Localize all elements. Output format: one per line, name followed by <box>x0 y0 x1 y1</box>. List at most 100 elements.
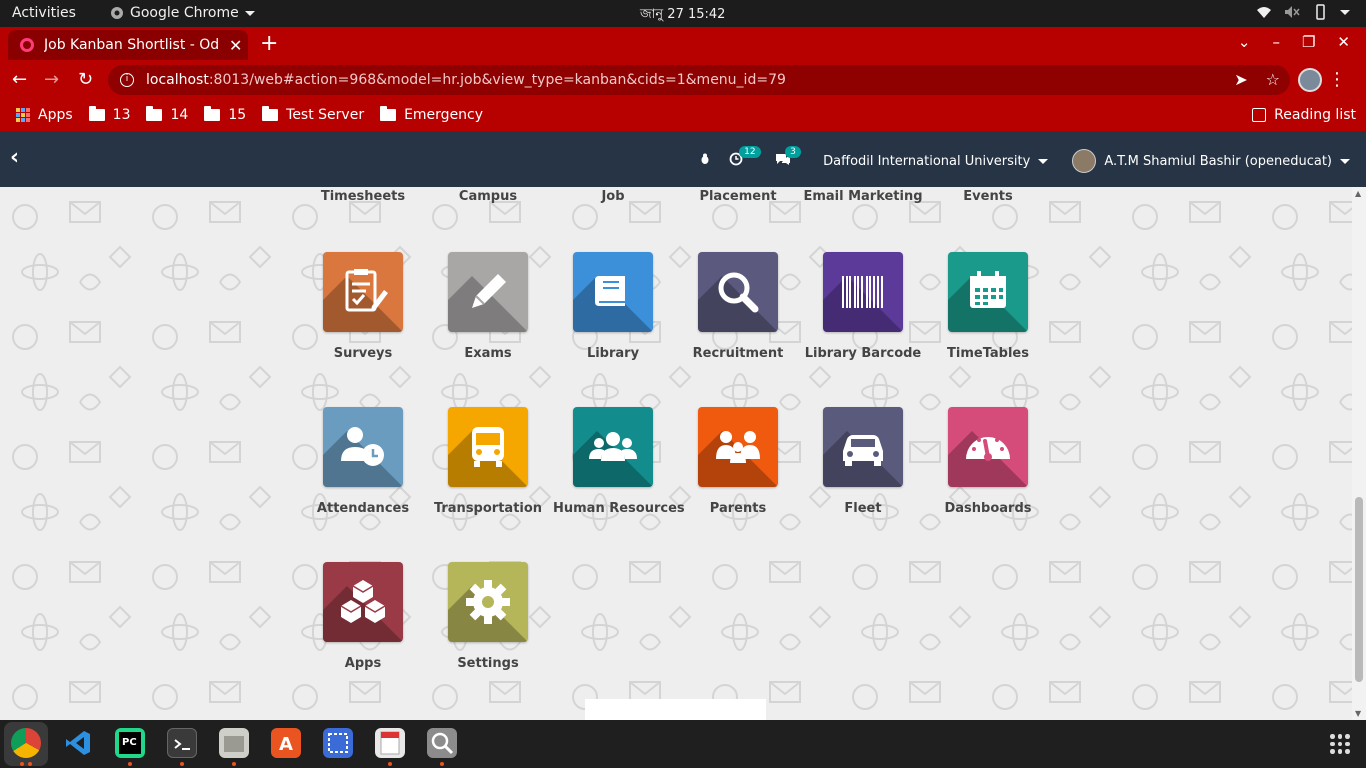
app-label: Transportation <box>433 501 543 516</box>
terminal-icon[interactable] <box>167 728 197 758</box>
app-label-placement[interactable]: Placement <box>678 189 798 204</box>
folder-icon <box>262 106 279 121</box>
bookmark-folder-15[interactable]: 15 <box>204 106 247 123</box>
app-label: Library <box>586 346 640 361</box>
app-human-resources[interactable]: Human Resources <box>553 407 685 516</box>
close-window-icon[interactable]: ✕ <box>1337 33 1350 51</box>
bookmark-folder-13[interactable]: 13 <box>88 106 131 123</box>
browser-toolbar: ← → ↻ i localhost:8013/web#action=968&mo… <box>0 61 1366 99</box>
tab-search-icon[interactable]: ⌄ <box>1238 33 1251 51</box>
app-label: TimeTables <box>947 346 1029 361</box>
close-tab-icon[interactable]: ✕ <box>229 36 242 55</box>
forward-arrow-icon[interactable]: → <box>44 69 59 90</box>
site-info-icon[interactable]: i <box>120 73 134 87</box>
app-label: Dashboards <box>944 501 1032 516</box>
files-icon[interactable] <box>219 728 249 758</box>
app-dashboards[interactable]: Dashboards <box>928 407 1048 516</box>
restore-icon[interactable]: ❐ <box>1302 33 1315 51</box>
app-attendances[interactable]: Attendances <box>303 407 423 516</box>
folder-icon <box>88 106 105 121</box>
app-tile <box>698 407 778 487</box>
send-icon[interactable]: ➤ <box>1234 70 1247 89</box>
address-bar[interactable]: i localhost:8013/web#action=968&model=hr… <box>108 65 1290 95</box>
app-recruitment[interactable]: Recruitment <box>678 252 798 361</box>
running-indicator <box>440 762 444 766</box>
app-transportation[interactable]: Transportation <box>428 407 548 516</box>
bookmark-label: 13 <box>112 107 131 123</box>
activities-button[interactable]: Activities <box>12 5 76 21</box>
bookmark-folder-14[interactable]: 14 <box>146 106 189 123</box>
app-label: Apps <box>344 656 382 671</box>
browser-tab[interactable]: Job Kanban Shortlist - Od ✕ <box>8 30 248 60</box>
app-apps[interactable]: Apps <box>303 562 423 671</box>
reload-icon[interactable]: ↻ <box>78 69 93 90</box>
reading-list-icon <box>1252 108 1267 122</box>
bookmark-folder-emergency[interactable]: Emergency <box>380 106 483 123</box>
back-chevron-icon[interactable]: ‹ <box>10 145 19 170</box>
app-fleet[interactable]: Fleet <box>803 407 923 516</box>
app-label-job[interactable]: Job <box>553 189 673 204</box>
chevron-down-icon <box>1340 9 1350 15</box>
minimize-icon[interactable]: – <box>1272 33 1280 51</box>
software-center-icon[interactable]: A <box>271 728 301 758</box>
app-surveys[interactable]: Surveys <box>303 252 423 361</box>
profile-avatar[interactable] <box>1298 68 1322 92</box>
image-viewer-icon[interactable] <box>427 728 457 758</box>
document-viewer-icon[interactable] <box>375 728 405 758</box>
menu-kebab-icon[interactable]: ⋮ <box>1328 69 1346 90</box>
company-name: Daffodil International University <box>823 153 1031 169</box>
app-timetables[interactable]: TimeTables <box>928 252 1048 361</box>
app-library-barcode[interactable]: Library Barcode <box>803 252 923 361</box>
bookmark-folder-test-server[interactable]: Test Server <box>262 106 364 123</box>
app-menu[interactable]: Google Chrome <box>110 5 255 21</box>
chevron-down-icon <box>1340 158 1350 164</box>
user-clock-icon <box>341 427 384 466</box>
reading-list-button[interactable]: Reading list <box>1252 107 1356 123</box>
screenshot-icon[interactable] <box>323 728 353 758</box>
odoo-navbar: ‹ 12 3 Daffodil International University… <box>0 131 1366 187</box>
activity-count-badge: 12 <box>739 146 761 158</box>
user-name: A.T.M Shamiul Bashir (openeducat) <box>1104 153 1332 169</box>
magnifier-icon <box>718 272 759 313</box>
app-tile <box>948 252 1028 332</box>
app-library[interactable]: Library <box>553 252 673 361</box>
messages-button[interactable]: 3 <box>775 146 801 170</box>
folder-icon <box>146 106 163 121</box>
scroll-down-icon[interactable]: ▼ <box>1355 709 1361 718</box>
bookmark-label: 14 <box>170 107 189 123</box>
new-tab-button[interactable]: + <box>260 31 278 56</box>
barcode-icon <box>842 276 883 308</box>
system-top-bar: Activities Google Chrome জানু 27 15:42 <box>0 0 1366 27</box>
activities-button[interactable]: 12 <box>729 146 761 170</box>
app-settings[interactable]: Settings <box>428 562 548 671</box>
app-label-email-marketing[interactable]: Email Marketing <box>803 189 923 204</box>
scroll-up-icon[interactable]: ▲ <box>1355 189 1361 198</box>
app-label: Surveys <box>333 346 393 361</box>
clock[interactable]: জানু 27 15:42 <box>640 5 725 26</box>
calendar-icon <box>970 271 1006 308</box>
app-tile <box>323 562 403 642</box>
app-label-events[interactable]: Events <box>928 189 1048 204</box>
app-exams[interactable]: Exams <box>428 252 548 361</box>
app-parents[interactable]: Parents <box>678 407 798 516</box>
company-switcher[interactable]: Daffodil International University <box>823 153 1049 169</box>
back-arrow-icon[interactable]: ← <box>12 69 27 90</box>
app-tile <box>823 252 903 332</box>
bookmark-label: 15 <box>228 107 247 123</box>
pycharm-icon[interactable]: PC <box>115 728 145 758</box>
app-label-timesheets[interactable]: Timesheets <box>303 189 423 204</box>
scrollbar-thumb[interactable] <box>1355 497 1363 682</box>
debug-bug-icon[interactable] <box>699 153 711 169</box>
running-indicator <box>232 762 236 766</box>
chrome-icon[interactable] <box>11 728 41 758</box>
app-label-campus[interactable]: Campus <box>428 189 548 204</box>
page-scrollbar[interactable]: ▲ ▼ <box>1352 187 1366 720</box>
footer-panel <box>585 699 766 720</box>
bookmark-apps[interactable]: Apps <box>16 107 73 123</box>
show-applications-icon[interactable] <box>1330 734 1350 754</box>
user-menu[interactable]: A.T.M Shamiul Bashir (openeducat) <box>1072 149 1350 173</box>
chrome-icon <box>111 7 123 19</box>
system-tray[interactable] <box>1256 4 1350 20</box>
bookmark-star-icon[interactable]: ☆ <box>1266 70 1280 89</box>
vscode-icon[interactable] <box>63 728 93 758</box>
